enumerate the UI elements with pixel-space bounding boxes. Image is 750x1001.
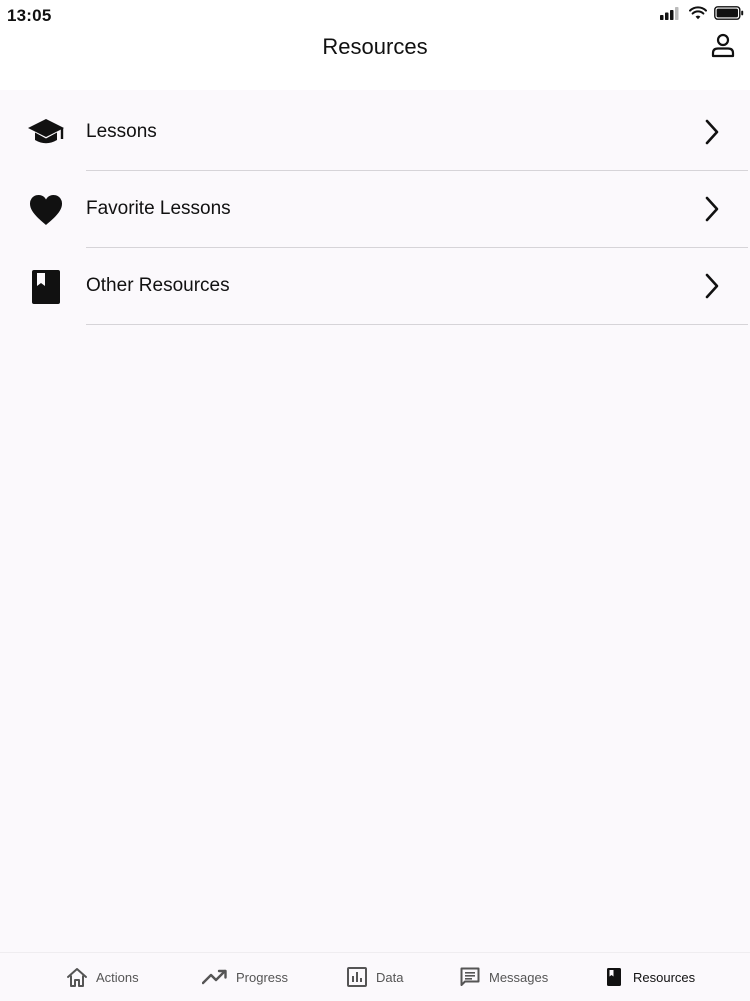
- graduation-cap-icon: [27, 114, 65, 152]
- header: Resources: [0, 32, 750, 90]
- chevron-right-icon: [702, 195, 722, 223]
- message-icon: [459, 966, 481, 988]
- list-item-label: Other Resources: [86, 275, 230, 296]
- home-icon: [66, 966, 88, 988]
- list-item-other-resources[interactable]: Other Resources: [0, 248, 750, 325]
- chevron-right-icon: [702, 272, 722, 300]
- tab-bar: Actions Progress Data Messages Resources: [0, 952, 750, 1001]
- list-item-label: Lessons: [86, 121, 157, 142]
- divider: [86, 324, 748, 325]
- status-time: 13:05: [7, 6, 52, 25]
- battery-icon: [714, 5, 744, 25]
- profile-button[interactable]: [708, 32, 738, 62]
- tab-resources[interactable]: Resources: [603, 965, 695, 989]
- status-bar: 13:05: [0, 0, 750, 32]
- tab-actions[interactable]: Actions: [66, 965, 139, 989]
- tab-label: Resources: [633, 969, 696, 985]
- tab-messages[interactable]: Messages: [459, 965, 548, 989]
- tab-data[interactable]: Data: [346, 965, 403, 989]
- tab-progress[interactable]: Progress: [202, 965, 288, 989]
- heart-icon: [27, 191, 65, 229]
- person-icon: [710, 32, 736, 63]
- list-item-label: Favorite Lessons: [86, 198, 231, 219]
- tab-label: Actions: [96, 969, 139, 985]
- wifi-icon: [689, 5, 707, 25]
- page-title: Resources: [322, 34, 428, 59]
- trending-up-icon: [202, 966, 228, 988]
- status-icons: [660, 5, 744, 25]
- cellular-signal-icon: [660, 6, 682, 25]
- list-item-favorite-lessons[interactable]: Favorite Lessons: [0, 171, 750, 248]
- chevron-right-icon: [702, 118, 722, 146]
- list-item-lessons[interactable]: Lessons: [0, 94, 750, 171]
- book-icon: [603, 966, 625, 988]
- tab-label: Messages: [489, 969, 549, 985]
- book-icon: [27, 268, 65, 306]
- tab-label: Progress: [236, 969, 289, 985]
- resources-list: Lessons Favorite Lessons Other Resources: [0, 94, 750, 325]
- bar-chart-icon: [346, 966, 368, 988]
- tab-label: Data: [376, 969, 404, 985]
